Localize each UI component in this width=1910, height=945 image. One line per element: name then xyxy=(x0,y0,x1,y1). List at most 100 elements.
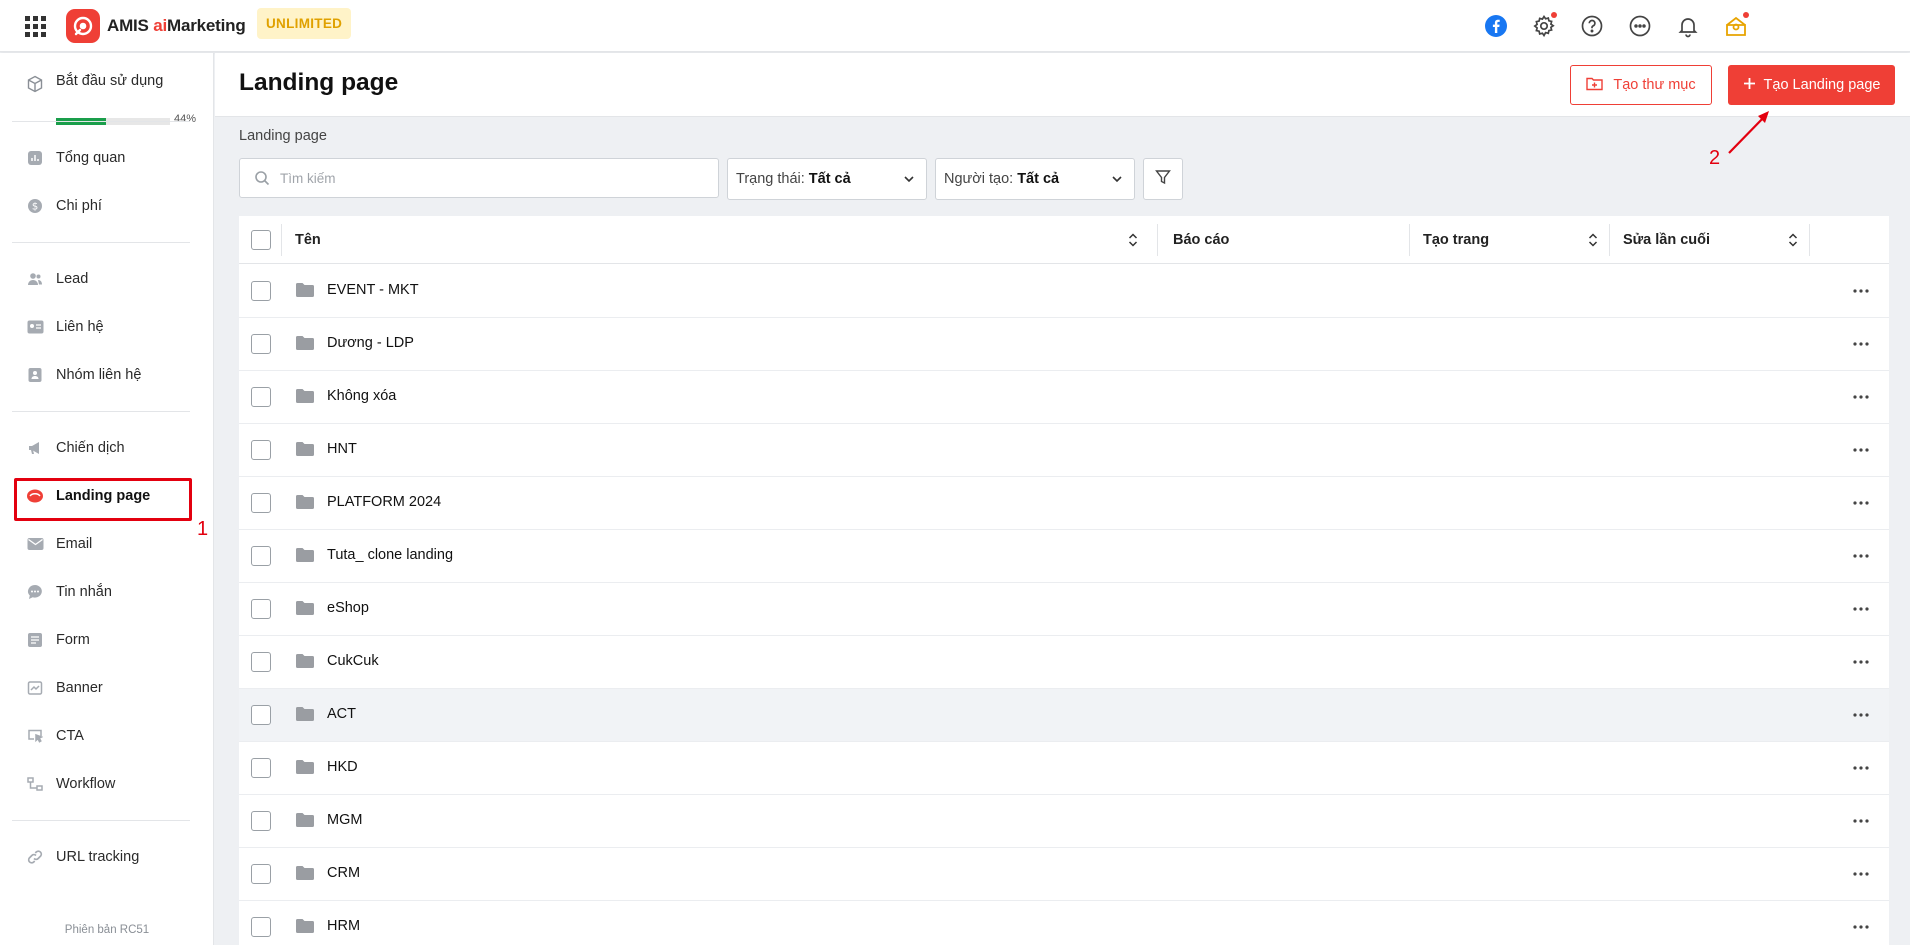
row-checkbox[interactable] xyxy=(251,493,271,513)
folder-name[interactable]: HNT xyxy=(327,441,357,457)
row-checkbox[interactable] xyxy=(251,864,271,884)
row-checkbox[interactable] xyxy=(251,652,271,672)
folder-name[interactable]: Không xóa xyxy=(327,388,396,404)
table-row[interactable]: PLATFORM 2024 xyxy=(239,477,1889,530)
row-checkbox[interactable] xyxy=(251,387,271,407)
sidebar: Bắt đầu sử dụng 44% Tổng quan $ Chi phí … xyxy=(0,53,214,945)
filter-button[interactable] xyxy=(1143,158,1183,200)
folder-name[interactable]: Dương - LDP xyxy=(327,335,414,351)
page-header: Landing page Tạo thư mục Tạo Landing pag… xyxy=(215,53,1910,117)
sidebar-item-email[interactable]: Email xyxy=(20,524,190,564)
creator-filter-dropdown[interactable]: Người tạo: Tất cả xyxy=(935,158,1135,200)
row-checkbox[interactable] xyxy=(251,917,271,937)
top-bar: AMIS aiMarketing UNLIMITED xyxy=(0,0,1910,52)
folder-name[interactable]: PLATFORM 2024 xyxy=(327,494,441,510)
folder-name[interactable]: eShop xyxy=(327,600,369,616)
table-row[interactable]: HRM xyxy=(239,901,1889,945)
more-actions-icon[interactable] xyxy=(1849,546,1873,566)
table-row[interactable]: ACT xyxy=(239,689,1889,742)
table-row[interactable]: Không xóa xyxy=(239,371,1889,424)
table-row[interactable]: HNT xyxy=(239,424,1889,477)
search-box[interactable] xyxy=(239,158,719,198)
table-row[interactable]: CukCuk xyxy=(239,636,1889,689)
table-row[interactable]: eShop xyxy=(239,583,1889,636)
sidebar-item-url-tracking[interactable]: URL tracking xyxy=(20,837,190,877)
folder-icon xyxy=(295,812,315,833)
sort-icon[interactable] xyxy=(1127,232,1139,252)
sidebar-item-cta[interactable]: CTA xyxy=(20,716,190,756)
search-input[interactable] xyxy=(280,170,700,186)
sidebar-item-landing-page[interactable]: Landing page xyxy=(20,476,190,516)
table-row[interactable]: Dương - LDP xyxy=(239,318,1889,371)
folder-icon xyxy=(295,865,315,886)
sidebar-item-contact-groups[interactable]: Nhóm liên hệ xyxy=(20,355,190,395)
link-icon xyxy=(26,848,44,866)
app-logo[interactable]: AMIS aiMarketing xyxy=(66,9,246,43)
column-header-name[interactable]: Tên xyxy=(295,216,1149,264)
more-icon[interactable] xyxy=(1626,12,1654,40)
table-row[interactable]: MGM xyxy=(239,795,1889,848)
column-header-last-modified[interactable]: Sửa lần cuối xyxy=(1623,216,1809,264)
create-folder-button[interactable]: Tạo thư mục xyxy=(1570,65,1712,105)
more-actions-icon[interactable] xyxy=(1849,440,1873,460)
row-checkbox[interactable] xyxy=(251,599,271,619)
status-filter-dropdown[interactable]: Trạng thái: Tất cả xyxy=(727,158,927,200)
more-actions-icon[interactable] xyxy=(1849,864,1873,884)
more-actions-icon[interactable] xyxy=(1849,758,1873,778)
row-checkbox[interactable] xyxy=(251,546,271,566)
select-all-checkbox[interactable] xyxy=(251,230,271,250)
more-actions-icon[interactable] xyxy=(1849,599,1873,619)
more-actions-icon[interactable] xyxy=(1849,917,1873,937)
apps-grid-icon[interactable] xyxy=(22,13,48,39)
more-actions-icon[interactable] xyxy=(1849,334,1873,354)
sidebar-item-campaigns[interactable]: Chiến dịch xyxy=(20,428,190,468)
sidebar-item-form[interactable]: Form xyxy=(20,620,190,660)
row-checkbox[interactable] xyxy=(251,758,271,778)
create-landing-page-button[interactable]: Tạo Landing page xyxy=(1728,65,1895,105)
row-checkbox[interactable] xyxy=(251,811,271,831)
column-header-pages[interactable]: Tạo trang xyxy=(1423,216,1609,264)
folder-name[interactable]: CRM xyxy=(327,865,360,881)
sort-icon[interactable] xyxy=(1787,232,1799,252)
help-icon[interactable] xyxy=(1578,12,1606,40)
workflow-icon xyxy=(26,775,44,793)
notification-icon[interactable] xyxy=(1674,12,1702,40)
folder-icon xyxy=(295,653,315,674)
table-row[interactable]: EVENT - MKT xyxy=(239,265,1889,318)
more-actions-icon[interactable] xyxy=(1849,493,1873,513)
app-name: AMIS aiMarketing xyxy=(107,16,246,35)
folder-name[interactable]: ACT xyxy=(327,706,356,722)
table-row[interactable]: HKD xyxy=(239,742,1889,795)
row-checkbox[interactable] xyxy=(251,440,271,460)
more-actions-icon[interactable] xyxy=(1849,281,1873,301)
more-actions-icon[interactable] xyxy=(1849,387,1873,407)
column-header-report[interactable]: Báo cáo xyxy=(1173,216,1403,264)
folder-name[interactable]: Tuta_ clone landing xyxy=(327,547,453,563)
more-actions-icon[interactable] xyxy=(1849,811,1873,831)
row-checkbox[interactable] xyxy=(251,334,271,354)
folder-name[interactable]: HKD xyxy=(327,759,358,775)
sidebar-item-lead[interactable]: Lead xyxy=(20,259,190,299)
settings-icon[interactable] xyxy=(1530,12,1558,40)
folder-name[interactable]: CukCuk xyxy=(327,653,379,669)
plan-badge: UNLIMITED xyxy=(257,8,352,39)
sidebar-item-overview[interactable]: Tổng quan xyxy=(20,138,190,178)
row-checkbox[interactable] xyxy=(251,705,271,725)
folder-name[interactable]: EVENT - MKT xyxy=(327,282,419,298)
table-row[interactable]: CRM xyxy=(239,848,1889,901)
gift-icon[interactable] xyxy=(1722,12,1750,40)
sort-icon[interactable] xyxy=(1587,232,1599,252)
row-checkbox[interactable] xyxy=(251,281,271,301)
users-icon xyxy=(26,270,44,288)
sidebar-item-banner[interactable]: Banner xyxy=(20,668,190,708)
sidebar-item-contacts[interactable]: Liên hệ xyxy=(20,307,190,347)
more-actions-icon[interactable] xyxy=(1849,652,1873,672)
sidebar-item-messages[interactable]: Tin nhắn xyxy=(20,572,190,612)
sidebar-item-workflow[interactable]: Workflow xyxy=(20,764,190,804)
more-actions-icon[interactable] xyxy=(1849,705,1873,725)
sidebar-item-cost[interactable]: $ Chi phí xyxy=(20,186,190,226)
table-row[interactable]: Tuta_ clone landing xyxy=(239,530,1889,583)
folder-name[interactable]: MGM xyxy=(327,812,362,828)
facebook-icon[interactable] xyxy=(1482,12,1510,40)
folder-name[interactable]: HRM xyxy=(327,918,360,934)
